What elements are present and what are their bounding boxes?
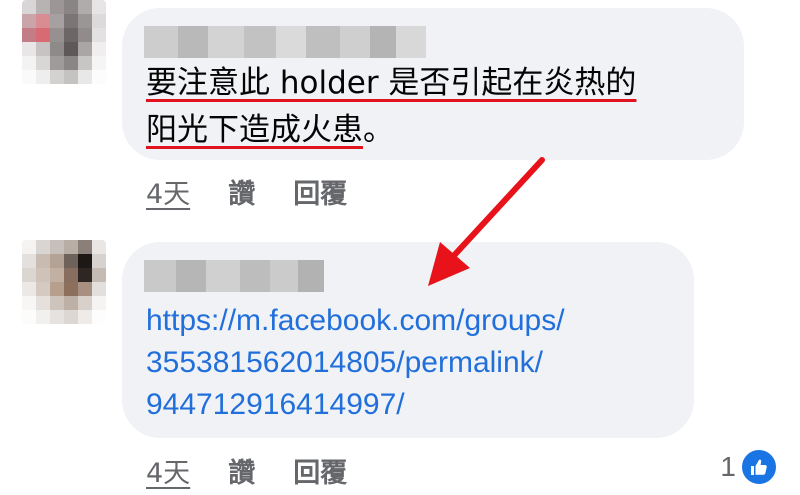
- link-line-3[interactable]: 944712916414997/: [146, 384, 686, 426]
- comment-line-2-punct: 。: [363, 112, 394, 148]
- commenter-name-blurred[interactable]: [144, 26, 426, 58]
- comment-bubble: https://m.facebook.com/groups/ 355381562…: [122, 242, 694, 438]
- thumbs-up-icon: [740, 448, 778, 486]
- comment-line-1: 要注意此 holder 是否引起在炎热的: [146, 65, 637, 101]
- like-button[interactable]: 讚: [228, 451, 255, 490]
- commenter-avatar[interactable]: [22, 240, 106, 324]
- reply-button[interactable]: 回覆: [293, 172, 347, 211]
- timestamp-link[interactable]: 4天: [146, 172, 190, 211]
- permalink-link[interactable]: https://m.facebook.com/groups/ 355381562…: [146, 300, 686, 426]
- link-line-1[interactable]: https://m.facebook.com/groups/: [146, 300, 686, 342]
- comment-text: 要注意此 holder 是否引起在炎热的 阳光下造成火患。: [146, 60, 736, 154]
- commenter-avatar[interactable]: [22, 0, 106, 84]
- comment-bubble: 要注意此 holder 是否引起在炎热的 阳光下造成火患。: [122, 8, 744, 160]
- reaction-count: 1: [720, 451, 736, 482]
- comment-actions: 4天 讚 回覆: [146, 172, 347, 211]
- comment-line-2: 阳光下造成火患: [146, 112, 363, 148]
- like-button[interactable]: 讚: [228, 172, 255, 211]
- timestamp-link[interactable]: 4天: [146, 451, 190, 490]
- commenter-name-blurred[interactable]: [144, 260, 324, 292]
- reply-button[interactable]: 回覆: [293, 451, 347, 490]
- link-line-2[interactable]: 355381562014805/permalink/: [146, 342, 686, 384]
- reaction-summary[interactable]: 1: [720, 448, 778, 486]
- comment-actions: 4天 讚 回覆: [146, 451, 347, 490]
